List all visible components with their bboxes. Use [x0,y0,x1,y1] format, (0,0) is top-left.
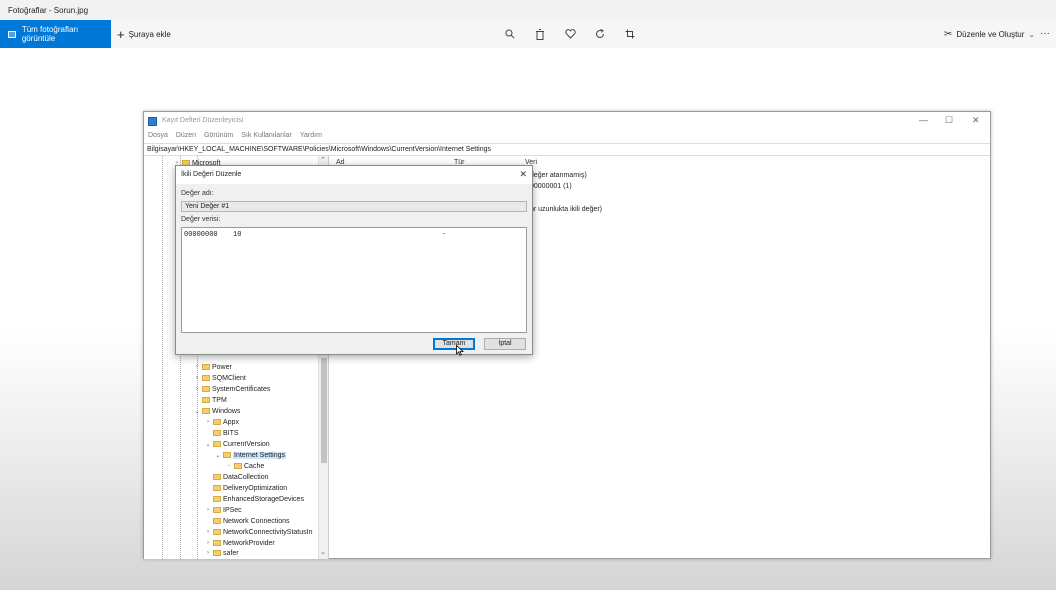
dialog-close-icon[interactable]: ✕ [519,169,527,180]
tree-item-network-connections[interactable]: Network Connections [205,516,290,526]
folder-icon [202,364,210,370]
tree-item-windows[interactable]: ⌄ Windows [194,406,240,416]
tree-item-systemcertificates[interactable]: › SystemCertificates [194,384,270,394]
regedit-icon [148,117,157,126]
tree-item-internet-settings[interactable]: ⌄ Internet Settings [215,450,286,460]
app-title: Fotoğraflar - Sorun.jpg [0,0,1056,20]
magic-wand-icon: ✂ [944,28,953,40]
tree-item-appx[interactable]: › Appx [205,417,239,427]
value-data-cell: hr uzunlukta ikili değer) [530,206,602,213]
plus-icon: + [117,26,125,42]
tree-item-networkconnectivitystatus[interactable]: › NetworkConnectivityStatusIn [205,527,312,537]
tree-item-sqmclient[interactable]: › SQMClient [194,373,246,383]
folder-open-icon [223,452,231,458]
photos-icon [8,30,16,38]
tree-item-power[interactable]: › Power [194,362,232,372]
data-bytes[interactable]: 10 [233,231,241,239]
value-data-editor[interactable]: 00000000 10 - [181,227,527,333]
collapse-icon[interactable]: ⌄ [215,452,221,459]
tree-item-ipsec[interactable]: › IPSec [205,505,242,515]
edit-create-label: Düzenle ve Oluştur [956,29,1025,39]
tree-item-tpm[interactable]: TPM [194,395,227,405]
delete-icon[interactable] [533,27,547,41]
close-icon[interactable]: ✕ [972,115,980,126]
ok-button[interactable]: Tamam [433,338,475,350]
data-separator: - [442,231,447,239]
scroll-down-icon[interactable]: ⌄ [320,548,326,556]
regedit-titlebar: Kayıt Defteri Düzenleyicisi — ☐ ✕ [144,112,990,132]
folder-icon [213,507,221,513]
maximize-icon[interactable]: ☐ [945,115,953,126]
menu-help[interactable]: Yardım [300,132,322,143]
expand-icon[interactable]: › [194,364,200,370]
expand-icon[interactable]: › [205,419,211,425]
tree-item-safer[interactable]: › safer [205,548,239,558]
value-name-label: Değer adı: [181,190,214,197]
add-label: Şuraya ekle [128,29,171,39]
all-photos-button[interactable]: Tüm fotoğrafları görüntüle [0,20,111,48]
regedit-title: Kayıt Defteri Düzenleyicisi [162,117,244,124]
data-offset: 00000000 [184,231,218,239]
expand-icon: - [228,463,230,469]
scroll-up-icon[interactable]: ⌃ [320,156,326,164]
folder-icon [213,529,221,535]
value-data-label: Değer verisi: [181,216,221,223]
all-photos-label: Tüm fotoğrafları görüntüle [21,25,79,43]
expand-icon[interactable]: › [205,529,211,535]
value-name-field: Yeni Değer #1 [181,201,527,212]
tree-item-datacollection[interactable]: DataCollection [205,472,269,482]
menu-edit[interactable]: Düzen [176,132,196,143]
folder-icon [213,441,221,447]
folder-icon [202,397,210,403]
collapse-icon[interactable]: ⌄ [194,408,200,415]
favorite-icon[interactable] [563,27,577,41]
folder-icon [213,550,221,556]
address-bar[interactable]: Bilgisayar\HKEY_LOCAL_MACHINE\SOFTWARE\P… [144,143,990,156]
expand-icon[interactable]: › [205,540,211,546]
zoom-icon[interactable] [503,27,517,41]
menu-favorites[interactable]: Sık Kullanılanlar [241,132,292,143]
add-to-button[interactable]: + Şuraya ekle [117,20,171,48]
tree-item-cache[interactable]: - Cache [226,461,264,471]
app-toolbar: Tüm fotoğrafları görüntüle + Şuraya ekle… [0,20,1056,48]
folder-icon [202,375,210,381]
collapse-icon[interactable]: ⌄ [205,441,211,448]
menu-file[interactable]: Dosya [148,132,168,143]
expand-icon[interactable]: › [194,375,200,381]
folder-icon [202,386,210,392]
dialog-title: İkili Değeri Düzenle [176,166,532,184]
folder-icon [213,474,221,480]
tree-guide [162,156,163,559]
folder-icon [213,485,221,491]
scrollbar-thumb[interactable] [321,358,327,463]
tree-item-networkprovider[interactable]: › NetworkProvider [205,538,275,548]
tree-item-enhancedstoragedevices[interactable]: EnhancedStorageDevices [205,494,304,504]
expand-icon[interactable]: › [205,550,211,556]
folder-icon [213,419,221,425]
cancel-button[interactable]: İptal [484,338,526,350]
chevron-down-icon: ⌄ [1028,29,1036,39]
tree-item-currentversion[interactable]: ⌄ CurrentVersion [205,439,269,449]
more-icon[interactable]: ··· [1040,28,1050,39]
folder-icon [213,540,221,546]
regedit-menubar: Dosya Düzen Görünüm Sık Kullanılanlar Ya… [148,132,322,143]
expand-icon[interactable]: › [205,507,211,513]
edit-binary-value-dialog: İkili Değeri Düzenle ✕ Değer adı: Yeni D… [175,165,533,355]
tree-item-bits[interactable]: BITS [205,428,239,438]
folder-icon [213,518,221,524]
folder-icon [202,408,210,414]
value-data-cell: değer atanmamış) [530,172,587,179]
minimize-icon[interactable]: — [919,115,928,125]
crop-icon[interactable] [623,27,637,41]
folder-icon [213,430,221,436]
edit-create-button[interactable]: ✂ Düzenle ve Oluştur ⌄ [944,20,1035,48]
value-data-cell: 00000001 (1) [530,183,572,190]
folder-icon [213,496,221,502]
folder-icon [234,463,242,469]
rotate-icon[interactable] [593,27,607,41]
menu-view[interactable]: Görünüm [204,132,233,143]
tree-item-deliveryoptimization[interactable]: DeliveryOptimization [205,483,287,493]
expand-icon[interactable]: › [194,386,200,392]
mouse-cursor-icon [456,345,464,356]
